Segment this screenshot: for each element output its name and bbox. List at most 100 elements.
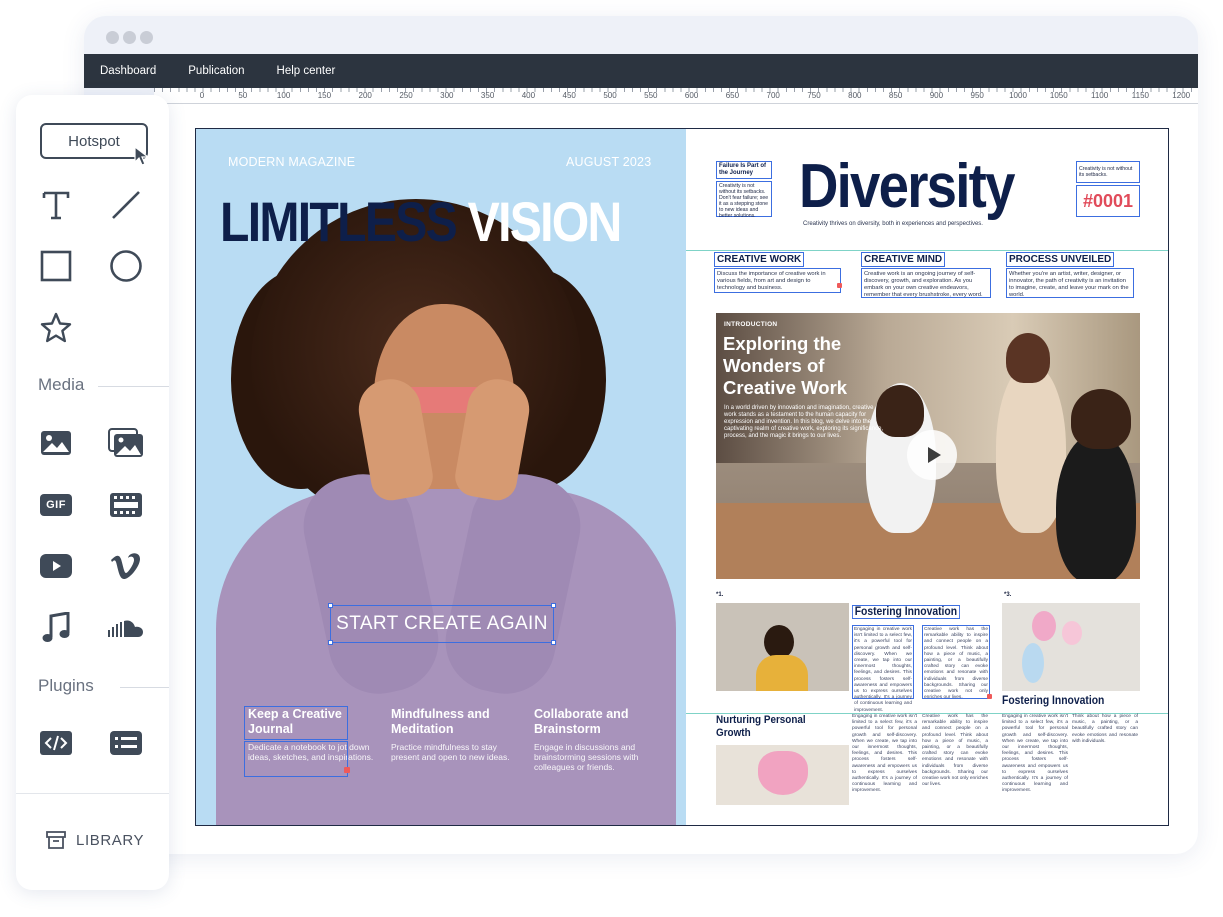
resize-handle[interactable] <box>328 603 333 608</box>
play-button[interactable] <box>907 430 957 480</box>
video-strip-tool[interactable] <box>108 487 144 523</box>
feature-desc: Practice mindfulness to stay present and… <box>391 742 510 762</box>
selection-box[interactable] <box>244 741 348 777</box>
archive-icon <box>46 831 66 849</box>
issue-number[interactable]: #0001 <box>1076 185 1140 217</box>
media-section-label: Media <box>38 375 85 394</box>
code-icon <box>40 731 72 755</box>
ruler-tick-label: 450 <box>562 91 576 100</box>
hotspot-tool[interactable]: Hotspot <box>40 123 150 166</box>
youtube-tool[interactable] <box>38 548 74 584</box>
section-head-process-unveiled[interactable]: PROCESS UNVEILED <box>1006 252 1115 267</box>
gif-icon: GIF <box>40 494 72 516</box>
intro-video[interactable]: INTRODUCTION Exploring the Wonders of Cr… <box>716 313 1140 579</box>
circle-icon <box>110 250 142 282</box>
headline: Diversity <box>799 152 1015 221</box>
text-icon <box>42 191 70 220</box>
section-body-creative-mind[interactable]: Creative work is an ongoing journey of s… <box>861 268 991 298</box>
intro-body: In a world driven by innovation and imag… <box>724 405 884 439</box>
fostering-heading: Fostering Innovation <box>1002 695 1105 707</box>
ruler-tick-label: 650 <box>725 91 740 100</box>
cover-page[interactable]: MODERN MAGAZINE AUGUST 2023 LIMITLESS VI… <box>196 129 686 825</box>
ruler-tick-label: 1000 <box>1009 91 1027 100</box>
gallery-tool[interactable] <box>108 425 144 461</box>
feature-desc: Engage in discussions and brainstorming … <box>534 742 639 772</box>
column-text: Engaging in creative work isn't limited … <box>1002 714 1068 794</box>
soundcloud-tool[interactable] <box>108 610 144 646</box>
photo-person-head <box>1006 333 1050 383</box>
section-body-creative-work[interactable]: Discuss the importance of creative work … <box>714 268 841 293</box>
list-icon <box>110 731 142 755</box>
image-tool[interactable] <box>38 425 74 461</box>
ruler-tick-label: 550 <box>644 91 658 100</box>
gallery-icon <box>108 428 143 457</box>
menu-help-center[interactable]: Help center <box>277 65 336 77</box>
embed-code-tool[interactable] <box>38 725 74 761</box>
line-tool[interactable] <box>108 187 144 223</box>
intro-title: Exploring the Wonders of Creative Work <box>723 333 848 398</box>
resize-handle[interactable] <box>328 640 333 645</box>
thumb-flowers[interactable] <box>1002 603 1140 691</box>
content-page[interactable]: Failure Is Part of the Journey Creativit… <box>686 129 1168 825</box>
feature-title: Mindfulness and Meditation <box>391 707 490 736</box>
vimeo-tool[interactable] <box>108 548 144 584</box>
failure-title[interactable]: Failure Is Part of the Journey <box>716 161 772 179</box>
library-button[interactable]: LIBRARY <box>46 831 144 849</box>
section-body-process-unveiled[interactable]: Whether you're an artist, writer, design… <box>1006 268 1134 298</box>
feature-mindfulness[interactable]: Mindfulness and Meditation Practice mind… <box>391 707 521 762</box>
section-head-creative-work[interactable]: CREATIVE WORK <box>714 252 805 267</box>
vimeo-icon <box>111 553 140 579</box>
ruler-tick-label: 1150 <box>1131 91 1149 100</box>
intro-label: INTRODUCTION <box>724 321 778 328</box>
resize-handle[interactable] <box>551 603 556 608</box>
text-tool[interactable] <box>38 187 74 223</box>
thumb-mask[interactable] <box>716 745 849 805</box>
cover-date: AUGUST 2023 <box>566 155 652 169</box>
star-tool[interactable] <box>38 310 74 346</box>
window-dot[interactable] <box>140 31 153 44</box>
column-text[interactable]: Engaging in creative work isn't limited … <box>852 625 914 713</box>
resize-handle[interactable] <box>551 640 556 645</box>
menu-dashboard[interactable]: Dashboard <box>100 65 156 77</box>
ruler-tick-label: 150 <box>317 91 332 100</box>
square-icon <box>40 250 72 282</box>
window-dot[interactable] <box>123 31 136 44</box>
failure-text[interactable]: Creativity is not without its setbacks. … <box>716 181 772 219</box>
ruler-tick-label: 300 <box>440 91 454 100</box>
section-head-creative-mind[interactable]: CREATIVE MIND <box>861 252 946 267</box>
item-number: *1. <box>716 592 724 598</box>
window-dot[interactable] <box>106 31 119 44</box>
column-text: Creative work has the remarkable ability… <box>922 714 988 788</box>
circle-tool[interactable] <box>108 248 144 284</box>
soundcloud-icon <box>108 620 143 637</box>
divider <box>686 250 1168 251</box>
link-marker[interactable] <box>837 283 842 288</box>
magazine-spread[interactable]: MODERN MAGAZINE AUGUST 2023 LIMITLESS VI… <box>195 128 1169 826</box>
ruler-labels: 0 50 100 150 200 250 300 350 400 450 500 550 600 650 7… <box>154 91 1198 103</box>
cover-title-light: VISION <box>467 190 623 253</box>
menu-publication[interactable]: Publication <box>188 65 244 77</box>
link-marker[interactable] <box>987 694 992 699</box>
feature-collaborate[interactable]: Collaborate and Brainstorm Engage in dis… <box>534 707 664 772</box>
column-text[interactable]: Creative work has the remarkable ability… <box>922 625 990 700</box>
image-icon <box>41 431 71 455</box>
ruler-tick-label: 200 <box>358 91 372 100</box>
thumb-part <box>1032 611 1056 641</box>
thumb-part <box>1062 621 1082 645</box>
list-tool[interactable] <box>108 725 144 761</box>
rectangle-tool[interactable] <box>38 248 74 284</box>
column-text: Engaging in creative work isn't limited … <box>852 714 917 794</box>
gif-tool[interactable]: GIF <box>38 487 74 523</box>
thumb-person-thinking[interactable] <box>716 603 849 691</box>
feature-title: Collaborate and Brainstorm <box>534 707 629 736</box>
audio-tool[interactable] <box>38 610 74 646</box>
ruler-tick-label: 600 <box>684 91 699 100</box>
link-marker[interactable] <box>344 767 350 773</box>
cta-text: START CREATE AGAIN <box>336 613 548 634</box>
creativity-note[interactable]: Creativity is not without its setbacks. <box>1076 161 1140 183</box>
selection-box[interactable] <box>244 706 348 740</box>
cta-hotspot[interactable]: START CREATE AGAIN <box>328 603 556 645</box>
fostering-heading[interactable]: Fostering Innovation <box>852 605 960 619</box>
ruler-tick-label: 500 <box>603 91 617 100</box>
divider <box>98 386 169 387</box>
